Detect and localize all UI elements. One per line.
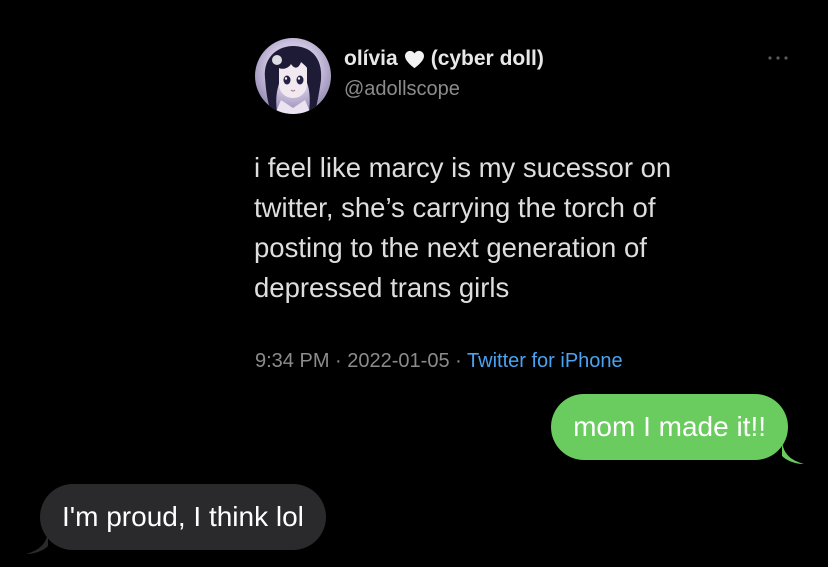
- outgoing-bubble-tail: [782, 442, 804, 464]
- user-handle[interactable]: @adollscope: [344, 78, 460, 101]
- anime-girl-avatar-icon: [264, 46, 322, 114]
- tweet-source-link[interactable]: Twitter for iPhone: [467, 350, 623, 372]
- outgoing-message-bubble[interactable]: mom I made it!!: [551, 394, 788, 460]
- incoming-message-bubble[interactable]: I'm proud, I think lol: [40, 484, 326, 550]
- tweet-metadata: 9:34 PM · 2022-01-05 · Twitter for iPhon…: [255, 350, 623, 373]
- avatar[interactable]: [255, 38, 331, 114]
- display-name: olívia: [344, 47, 398, 70]
- tweet-screenshot: olívia (cyber doll) @adollscope i feel l…: [0, 0, 828, 400]
- tweet-time: 9:34 PM: [255, 350, 330, 372]
- tweet-text: i feel like marcy is my sucessor on twit…: [254, 152, 672, 303]
- white-heart-icon: [404, 50, 424, 68]
- author-name-row[interactable]: olívia (cyber doll): [344, 47, 544, 71]
- meta-separator: ·: [335, 350, 342, 372]
- display-name-suffix: (cyber doll): [430, 47, 544, 70]
- more-options-icon[interactable]: [766, 52, 790, 64]
- tweet-date: 2022-01-05: [347, 350, 450, 372]
- meta-separator: ·: [455, 350, 462, 372]
